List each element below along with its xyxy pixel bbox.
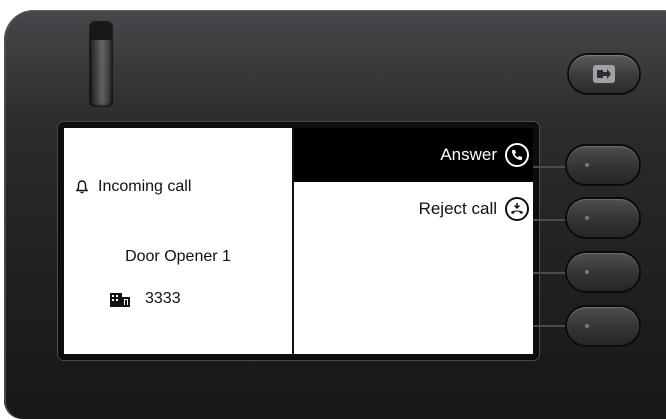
softkey-connector-1 xyxy=(533,166,569,168)
call-status: Incoming call xyxy=(74,178,191,196)
handset-icon xyxy=(505,143,529,167)
reject-call-option[interactable]: Reject call xyxy=(294,182,533,236)
options-pane: Answer Reject call xyxy=(294,128,533,354)
softkey-1-button[interactable] xyxy=(567,146,639,184)
caller-name: Door Opener 1 xyxy=(125,248,231,265)
reject-call-label: Reject call xyxy=(418,199,497,218)
softkey-connector-4 xyxy=(533,325,569,327)
softkey-dot xyxy=(585,324,589,328)
display-screen: Incoming call Door Opener 1 3333 Answer xyxy=(64,128,533,354)
answer-option[interactable]: Answer xyxy=(294,128,533,182)
softkey-dot xyxy=(585,270,589,274)
softkey-2-button[interactable] xyxy=(567,199,639,237)
bell-icon xyxy=(75,180,89,194)
building-icon xyxy=(110,293,130,307)
softkey-connector-3 xyxy=(533,272,569,274)
answer-label: Answer xyxy=(440,145,497,164)
softkey-4-button[interactable] xyxy=(567,307,639,345)
call-info-pane: Incoming call Door Opener 1 3333 xyxy=(64,128,292,354)
call-status-text: Incoming call xyxy=(98,178,192,195)
softkey-3-button[interactable] xyxy=(567,253,639,291)
softkey-dot xyxy=(585,216,589,220)
handset-hook-slot xyxy=(90,22,112,106)
logout-icon xyxy=(593,65,615,83)
logout-button[interactable] xyxy=(569,55,639,93)
caller-number: 3333 xyxy=(145,290,181,307)
softkey-dot xyxy=(585,163,589,167)
hangup-icon xyxy=(505,197,529,221)
softkey-connector-2 xyxy=(533,219,569,221)
caller-number-line: 3333 xyxy=(109,290,181,308)
